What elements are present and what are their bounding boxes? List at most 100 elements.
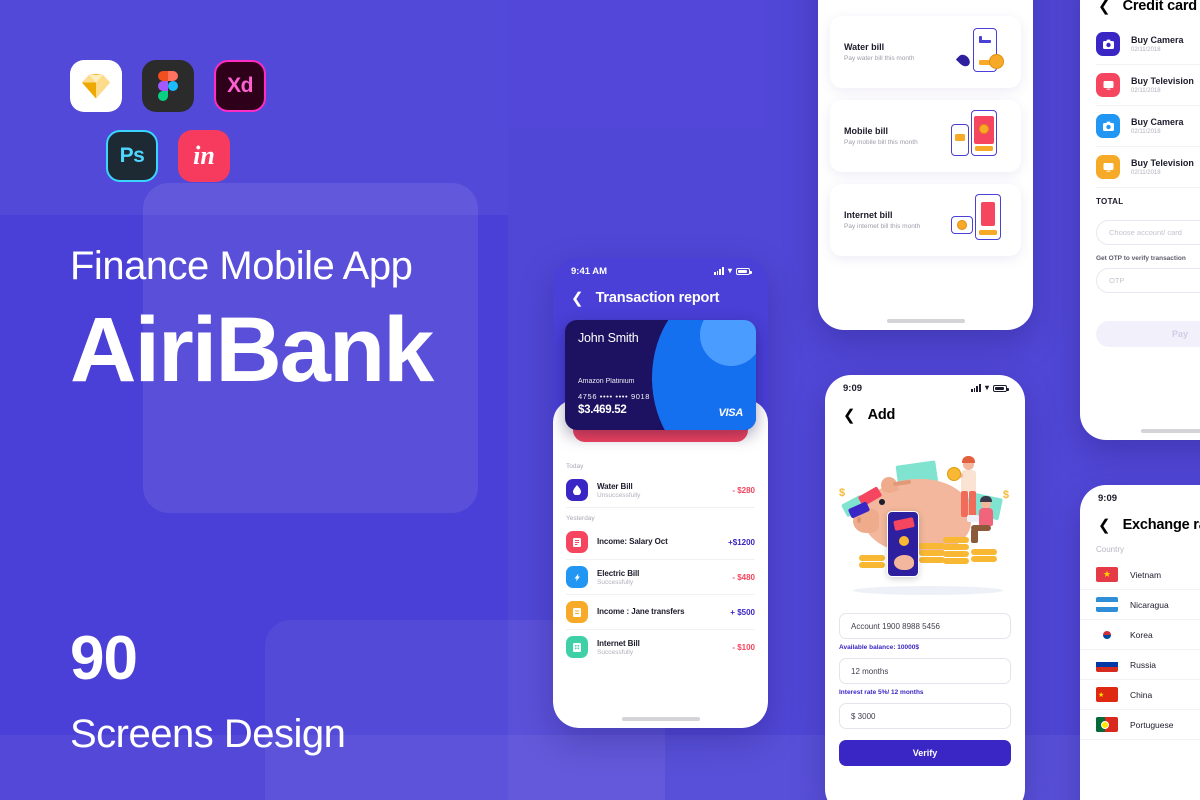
transaction-amount: - $100 [732, 642, 755, 652]
term-input[interactable]: 12 months [839, 658, 1011, 684]
list-item[interactable]: Korea [1080, 620, 1200, 650]
otp-label: Get OTP to verify transaction [1096, 255, 1186, 262]
status-bar: 9:09 ▾ [825, 375, 1025, 401]
flag-korea-icon [1096, 627, 1118, 642]
screens-count-label: Screens Design [70, 712, 346, 756]
flag-china-icon: ★ [1096, 687, 1118, 702]
list-item[interactable]: ★ Vietnam [1080, 560, 1200, 590]
table-row[interactable]: Buy Camera 02/11/2018 [1096, 106, 1200, 147]
water-bill-illustration-icon [951, 24, 1007, 80]
camera-icon [1096, 32, 1120, 56]
list-item[interactable]: Water Bill Unsuccessfully - $280 [566, 473, 755, 508]
transaction-amount: + $500 [730, 607, 755, 617]
transaction-status: Successfully [597, 578, 634, 586]
battery-icon [993, 384, 1009, 392]
group-label-today: Today [566, 463, 584, 470]
transaction-name: Income : Jane transfers [597, 607, 685, 616]
chevron-left-icon[interactable]: ❮ [1098, 0, 1111, 14]
transaction-navbar: ❮ Transaction report [553, 284, 768, 316]
transaction-date: 02/11/2018 [1131, 170, 1161, 176]
list-item[interactable]: Russia [1080, 650, 1200, 680]
account-select[interactable]: Choose account/ card [1096, 220, 1200, 245]
bill-subtitle: Pay water bill this month [844, 55, 915, 62]
list-item[interactable]: Nicaragua [1080, 590, 1200, 620]
bolt-icon [566, 566, 588, 588]
chevron-left-icon[interactable]: ❮ [843, 408, 856, 423]
bill-title: Internet bill [844, 210, 893, 220]
battery-icon [736, 267, 752, 275]
transaction-amount: - $280 [732, 485, 755, 495]
screens-count-number: 90 [70, 624, 138, 693]
list-item[interactable]: ★ China [1080, 680, 1200, 710]
document-icon [566, 531, 588, 553]
bills-list: Water bill Pay water bill this month Mob… [818, 16, 1033, 256]
flag-vietnam-icon: ★ [1096, 567, 1118, 582]
credit-navbar: ❮ Credit card [1080, 0, 1200, 24]
table-row[interactable]: Buy Television 02/11/2018 [1096, 147, 1200, 188]
account-input[interactable]: Account 1900 8988 5456 [839, 613, 1011, 639]
transaction-name: Buy Television [1131, 158, 1194, 168]
list-item[interactable]: Income: Salary Oct +$1200 [566, 525, 755, 560]
phone-credit-card-screen: ❮ Credit card Buy Camera 02/11/2018 Buy … [1080, 0, 1200, 440]
amount-input[interactable]: $ 3000 [839, 703, 1011, 729]
status-time: 9:09 [1098, 492, 1118, 504]
photoshop-icon: Ps [106, 130, 158, 182]
transaction-status: Unsuccessfully [597, 491, 641, 499]
water-drop-icon [566, 479, 588, 501]
home-indicator [1141, 429, 1200, 433]
transaction-name: Water Bill [597, 481, 633, 491]
list-item[interactable]: Internet Bill Successfully - $100 [566, 630, 755, 664]
hero-section: Xd Ps in Finance Mobile App AiriBank [70, 60, 500, 396]
transaction-date: 02/11/2018 [1131, 47, 1161, 53]
table-row[interactable]: Buy Camera 02/11/2018 [1096, 24, 1200, 65]
figma-icon [142, 60, 194, 112]
transaction-name: Buy Television [1131, 76, 1194, 86]
transaction-name: Internet Bill [597, 638, 640, 648]
transaction-amount: +$1200 [728, 537, 755, 547]
chevron-left-icon[interactable]: ❮ [1098, 518, 1111, 533]
card-number: 4756 •••• •••• 9018 [578, 392, 651, 401]
phone-bills-screen: Water bill Pay water bill this month Mob… [818, 0, 1033, 330]
phone-exchange-rate-screen: 9:09 ▾ ❮ Exchange rate Country ★ Vietnam… [1080, 485, 1200, 800]
wifi-icon: ▾ [984, 383, 989, 392]
adobe-xd-icon: Xd [214, 60, 266, 112]
country-name: Korea [1130, 629, 1153, 640]
flag-nicaragua-icon [1096, 597, 1118, 612]
list-item[interactable]: Electric Bill Successfully - $480 [566, 560, 755, 595]
phone-transaction-report-screen: 9:41 AM ▾ ❮ Transaction report John Smit… [553, 258, 768, 728]
credit-payment-form: Choose account/ card Get OTP to verify t… [1080, 210, 1200, 347]
transaction-name: Buy Camera [1131, 35, 1184, 45]
available-balance-helper: Available balance: 10000$ [839, 644, 919, 651]
verify-button[interactable]: Verify [839, 740, 1011, 766]
bill-card-water[interactable]: Water bill Pay water bill this month [830, 16, 1021, 88]
transaction-name: Buy Camera [1131, 117, 1184, 127]
chevron-left-icon[interactable]: ❮ [571, 291, 584, 306]
bill-card-mobile[interactable]: Mobile bill Pay mobile bill this month [830, 100, 1021, 172]
status-time: 9:41 AM [571, 265, 608, 277]
wifi-icon: ▾ [727, 266, 732, 275]
interest-rate-helper: Interest rate 5%/ 12 months [839, 689, 924, 696]
page-title: Credit card [1122, 0, 1198, 14]
list-item[interactable]: Portuguese [1080, 710, 1200, 740]
credit-transactions-list: Buy Camera 02/11/2018 Buy Television 02/… [1080, 24, 1200, 210]
flag-portugal-icon [1096, 717, 1118, 732]
signal-icon [970, 384, 981, 392]
transaction-date: 02/11/2018 [1131, 129, 1161, 135]
transaction-name: Income: Salary Oct [597, 537, 668, 546]
camera-icon [1096, 114, 1120, 138]
credit-card-stack[interactable]: John Smith Amazon Platinium 4756 •••• ••… [565, 320, 756, 442]
grid-icon [566, 636, 588, 658]
pay-button[interactable]: Pay [1096, 321, 1200, 347]
tv-icon [1096, 73, 1120, 97]
bill-card-internet[interactable]: Internet bill Pay internet bill this mon… [830, 184, 1021, 256]
internet-bill-illustration-icon [951, 192, 1007, 248]
table-row[interactable]: Buy Television 02/11/2018 [1096, 65, 1200, 106]
group-label-yesterday: Yesterday [566, 515, 595, 522]
column-header-country: Country [1096, 545, 1125, 554]
transaction-amount: - $480 [732, 572, 755, 582]
otp-input[interactable]: OTP [1096, 268, 1200, 293]
list-item[interactable]: Income : Jane transfers + $500 [566, 595, 755, 630]
add-navbar: ❮ Add [825, 401, 1025, 433]
tool-row-secondary: Ps in [106, 130, 500, 182]
phone-add-savings-screen: 9:09 ▾ ❮ Add $ $ Account 1900 8988 5456 … [825, 375, 1025, 800]
